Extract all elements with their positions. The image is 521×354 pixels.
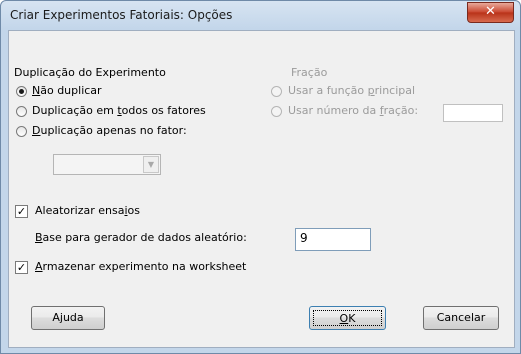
fraction-number-input[interactable] [443,104,503,122]
seed-value: 9 [300,231,308,245]
randomize-label[interactable]: Aleatorizar ensaios [35,204,140,217]
radio-duplicate-one-factor[interactable] [16,126,27,137]
seed-label: Base para gerador de dados aleatório: [35,231,247,244]
options-dialog: Criar Experimentos Fatoriais: Opções ✕ D… [0,0,521,354]
chevron-down-icon: ▼ [143,156,159,173]
ok-button[interactable]: OK [309,306,386,330]
radio-selected-dot [19,89,24,94]
randomize-checkbox[interactable]: ✓ [15,205,28,218]
help-button[interactable]: Ajuda [31,306,105,330]
close-button[interactable]: ✕ [467,2,514,23]
cancel-button[interactable]: Cancelar [423,306,499,330]
radio-duplicate-all-factors-label[interactable]: Duplicação em todos os fatores [32,104,206,117]
seed-input[interactable]: 9 [295,228,371,251]
duplication-heading: Duplicação do Experimento [14,66,166,79]
radio-duplicate-all-factors[interactable] [16,106,27,117]
radio-use-principal-function-label[interactable]: Usar a função principal [288,84,415,97]
ok-focus-ring: OK [313,310,382,326]
fraction-heading: Fração [291,66,328,79]
radio-use-fraction-number[interactable] [271,106,282,117]
radio-use-fraction-number-label[interactable]: Usar número da fração: [288,104,418,117]
title-bar: Criar Experimentos Fatoriais: Opções ✕ [1,1,520,29]
radio-no-duplicate-label[interactable]: Não duplicar [32,84,102,97]
close-icon: ✕ [485,4,496,19]
factor-dropdown[interactable]: ▼ [53,154,161,175]
radio-duplicate-one-factor-label[interactable]: Duplicação apenas no fator: [32,124,187,137]
dialog-body: Duplicação do Experimento Não duplicar D… [8,30,515,348]
store-worksheet-checkbox[interactable]: ✓ [15,261,28,274]
radio-no-duplicate[interactable] [16,86,27,97]
dialog-title: Criar Experimentos Fatoriais: Opções [10,8,233,22]
store-worksheet-label[interactable]: Armazenar experimento na worksheet [35,260,246,273]
radio-use-principal-function[interactable] [271,86,282,97]
